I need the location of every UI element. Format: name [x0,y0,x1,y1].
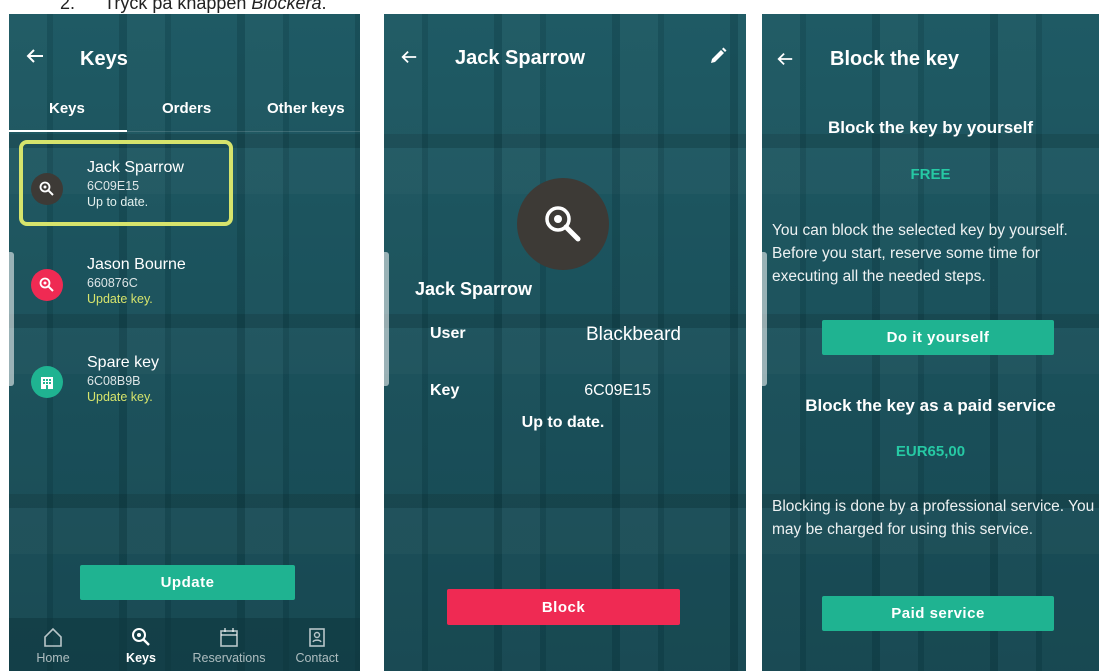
key-code: 6C08B9B [87,374,141,388]
key-status: Update key. [87,390,153,404]
key-label: Key [430,382,460,399]
nav-label: Home [36,651,70,665]
user-value: Blackbeard [585,324,681,345]
instruction-emphasis: Blockera [251,0,322,13]
instruction-caption: 2. Tryck på knappen Blockera. [60,0,326,13]
nav-label: Contact [295,651,339,665]
back-button[interactable] [25,46,45,72]
self-block-description: You can block the selected key by yourse… [772,222,1068,285]
list-item-key[interactable]: Spare key 6C08B9B Update key. [9,344,360,424]
key-avatar-large [517,178,609,270]
nav-label: Reservations [192,651,266,665]
self-block-price: FREE [910,166,951,183]
back-button[interactable] [400,46,418,72]
tab-other-keys[interactable]: Other keys [267,100,345,117]
keys-screen: Keys Keys Orders Other keys Jack Sparrow… [9,14,360,671]
key-status: Update key. [87,292,153,306]
paid-block-description: Blocking is done by a professional servi… [772,498,1095,538]
calendar-icon [220,628,238,647]
drawer-handle[interactable] [9,252,14,386]
page-title: Keys [80,48,128,70]
key-search-icon [545,206,581,242]
arrow-left-icon [401,50,417,64]
nav-keys[interactable]: Keys [97,618,185,671]
user-label: User [430,325,466,342]
paid-block-heading: Block the key as a paid service [805,396,1056,415]
page-title: Jack Sparrow [455,47,586,69]
key-search-icon [132,628,150,646]
tab-keys[interactable]: Keys [49,100,85,117]
key-value: 6C09E15 [584,382,651,399]
nav-home[interactable]: Home [9,618,97,671]
key-avatar [31,269,63,301]
list-item-key[interactable]: Jason Bourne 660876C Update key. [9,246,360,326]
update-button[interactable]: Update [80,565,295,600]
key-detail-screen: Jack Sparrow Jack Sparrow User Blackbear… [384,14,746,671]
step-number: 2. [60,0,76,13]
drawer-handle[interactable] [762,252,767,386]
nav-reservations[interactable]: Reservations [185,618,273,671]
contact-card-icon [309,628,325,647]
edit-button[interactable] [708,46,728,71]
key-status: Up to date. [521,414,605,431]
active-tab-indicator [9,130,127,132]
back-button[interactable] [776,48,794,74]
key-code: 660876C [87,276,138,290]
paid-block-price: EUR65,00 [895,443,966,460]
drawer-handle[interactable] [384,252,389,386]
nav-contact[interactable]: Contact [273,618,360,671]
highlight-frame [19,140,233,226]
block-key-screen: Block the key Block the key by yourself … [762,14,1099,671]
instruction-period: . [321,0,327,13]
home-icon [44,627,62,647]
bottom-navigation: Home Keys Reservations Contact [9,618,360,671]
key-avatar [31,366,63,398]
self-block-heading: Block the key by yourself [827,118,1034,137]
do-it-yourself-button[interactable]: Do it yourself [822,320,1054,355]
block-button[interactable]: Block [447,589,680,625]
arrow-left-icon [26,49,43,63]
arrow-left-icon [777,52,793,66]
pencil-icon [711,47,727,63]
tab-orders[interactable]: Orders [162,100,211,117]
key-owner-name: Jack Sparrow [415,279,533,299]
building-icon [41,377,53,389]
key-search-icon [39,277,54,292]
key-name: Jason Bourne [87,256,186,273]
nav-label: Keys [126,651,156,665]
paid-service-button[interactable]: Paid service [822,596,1054,631]
key-name: Spare key [87,354,160,371]
instruction-text: Tryck på knappen [104,0,252,13]
page-title: Block the key [830,48,959,70]
